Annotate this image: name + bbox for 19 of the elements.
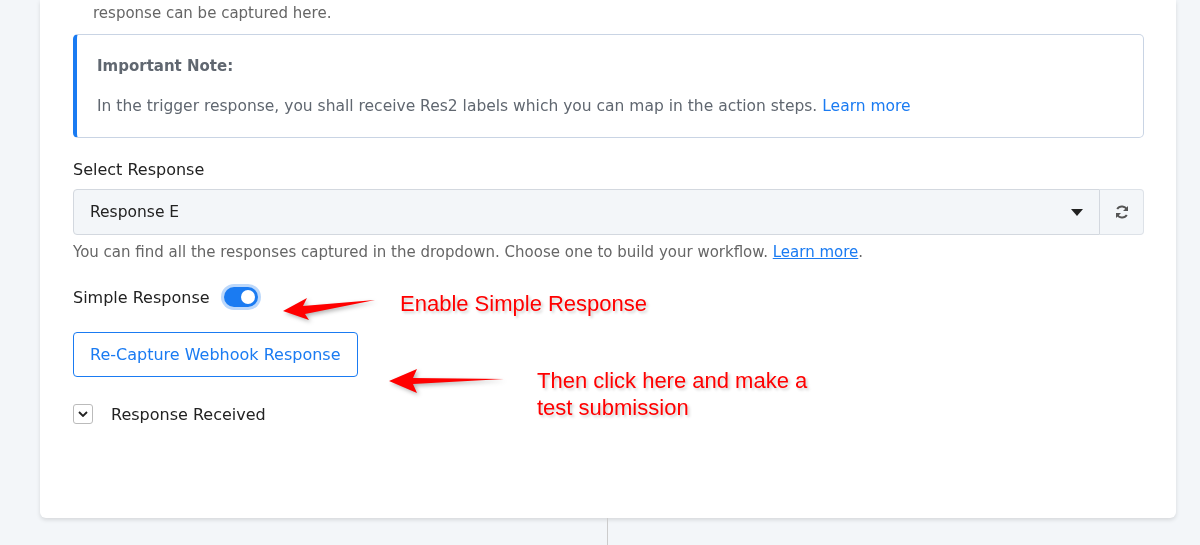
note-text: In the trigger response, you shall receive Res2 labels which you can map in the action steps. Learn more bbox=[97, 97, 912, 115]
select-label: Select Response bbox=[73, 160, 205, 179]
refresh-icon bbox=[1113, 204, 1130, 220]
annotation-text: Enable Simple Response bbox=[400, 290, 648, 317]
hint-text: You can find all the responses captured in the dropdown. Choose one to build your workflow. Learn more. bbox=[73, 243, 864, 261]
toggle-label: Simple Response bbox=[73, 287, 210, 307]
intro-text: response can be captured here. bbox=[93, 3, 332, 24]
learn-more-link[interactable]: Learn more bbox=[772, 243, 859, 261]
response-dropdown[interactable]: Response E bbox=[73, 189, 1100, 235]
recapture-button[interactable]: Re-Capture Webhook Response bbox=[73, 332, 358, 377]
note-title: Important Note: bbox=[97, 57, 235, 75]
learn-more-link[interactable]: Learn more bbox=[822, 97, 911, 115]
collapse-label: Response Received bbox=[111, 404, 266, 424]
expand-toggle[interactable] bbox=[73, 404, 93, 424]
annotation-text: Then click here and make a test submission bbox=[537, 367, 809, 421]
chevron-icon bbox=[78, 411, 88, 417]
toggle-switch[interactable] bbox=[223, 287, 258, 307]
caret-icon bbox=[1071, 208, 1083, 216]
refresh-button[interactable] bbox=[1100, 189, 1144, 235]
